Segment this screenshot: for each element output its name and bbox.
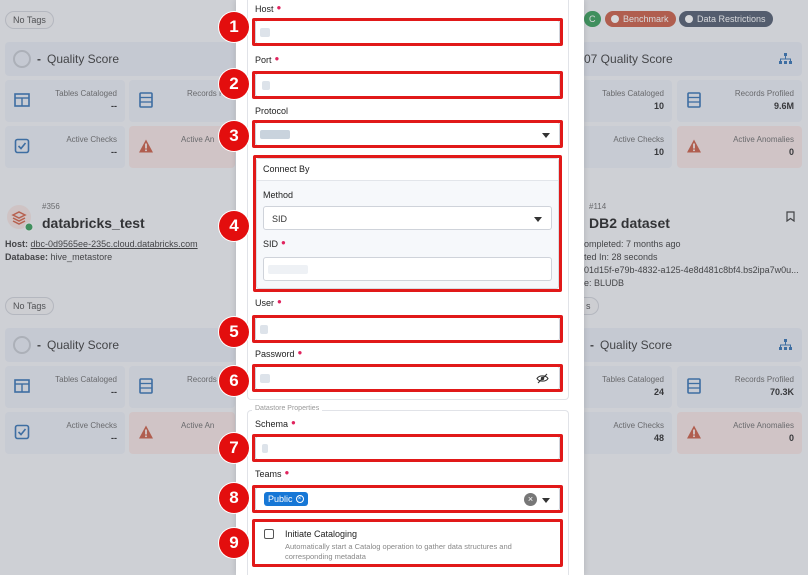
highlight-user <box>252 315 563 343</box>
highlight-teams <box>252 485 563 513</box>
highlight-initiate-cataloging <box>252 519 563 567</box>
marker-1: 1 <box>219 12 249 42</box>
marker-6: 6 <box>219 366 249 396</box>
datastore-properties-legend: Datastore Properties <box>252 405 323 412</box>
marker-7: 7 <box>219 433 249 463</box>
highlight-schema <box>252 434 563 462</box>
schema-label: Schema ● <box>255 418 296 429</box>
marker-2: 2 <box>219 69 249 99</box>
protocol-label: Protocol <box>255 106 289 116</box>
highlight-protocol <box>252 120 563 148</box>
user-label: User ● <box>255 297 282 308</box>
password-label: Password ● <box>255 348 303 359</box>
host-label: Host ● <box>255 3 282 14</box>
marker-5: 5 <box>219 317 249 347</box>
marker-4: 4 <box>219 211 249 241</box>
highlight-port <box>252 71 563 99</box>
marker-9: 9 <box>219 528 249 558</box>
port-label: Port ● <box>255 54 280 65</box>
marker-8: 8 <box>219 483 249 513</box>
marker-3: 3 <box>219 121 249 151</box>
highlight-host <box>252 18 563 46</box>
highlight-password <box>252 364 563 392</box>
highlight-connect-by <box>253 155 562 292</box>
teams-label: Teams ● <box>255 468 290 479</box>
